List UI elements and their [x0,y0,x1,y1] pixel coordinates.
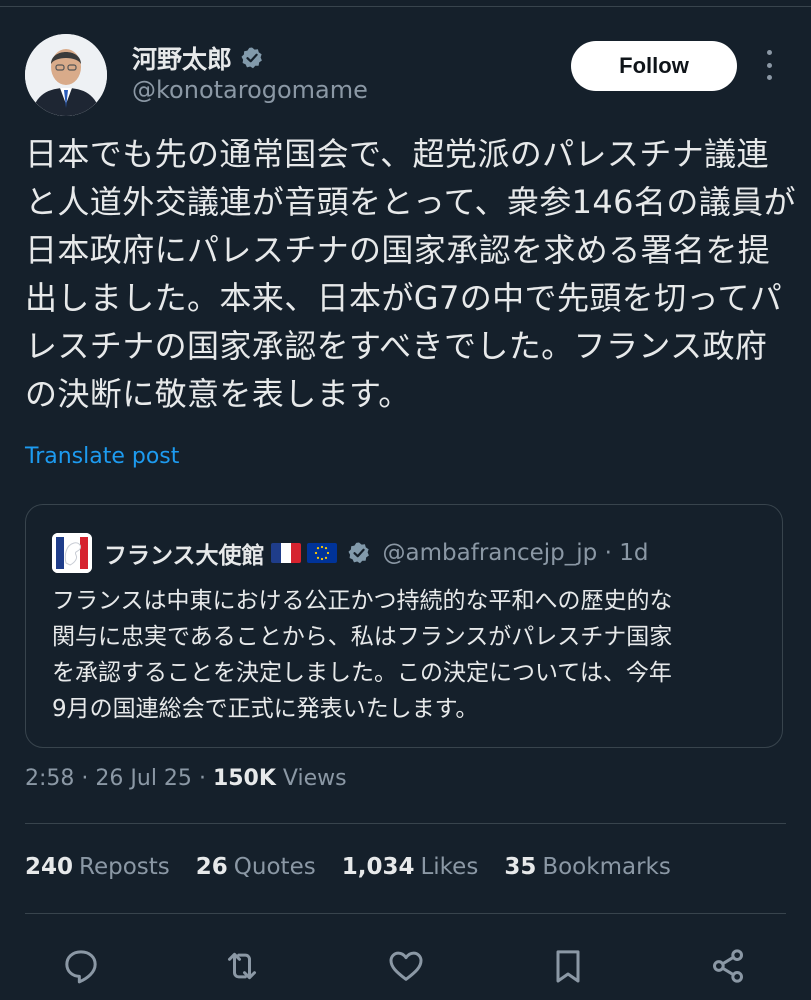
quotes-label[interactable]: Quotes [234,854,316,880]
quoted-text-line: 9月の国連総会で正式に発表いたします。 [52,696,479,722]
translate-post-link[interactable]: Translate post [25,444,179,469]
quoted-text-line: を承認することを決定しました。この決定については、今年 [52,660,672,686]
views-count: 150K [212,766,276,791]
author-handle[interactable]: @konotarogomame [132,76,368,104]
quoted-post-card[interactable]: フランス大使館 @ambafrancejp_jp · 1d フランスは中東におけ… [25,504,783,748]
quoted-author-avatar[interactable] [52,533,92,573]
quoted-author-handle[interactable]: @ambafrancejp_jp · 1d [383,540,649,566]
quoted-post-text: フランスは中東における公正かつ持続的な平和への歴史的な 関与に忠実であることから… [52,583,772,727]
likes-stat[interactable]: 1,034 Likes [342,854,479,880]
verified-badge-icon [240,46,264,70]
france-flag-icon [270,543,301,563]
post-date[interactable]: 26 Jul 25 [95,766,192,791]
verified-badge-icon [347,541,371,565]
action-bar [0,940,811,992]
tweet-text: 日本でも先の通常国会で、超党派のパレスチナ議連 と人道外交議連が音頭をとって、衆… [25,130,796,418]
likes-count[interactable]: 1,034 [342,854,415,880]
tweet-text-line: の決断に敬意を表します。 [25,375,411,413]
reposts-count[interactable]: 240 [25,854,73,880]
repost-icon[interactable] [220,944,264,988]
reposts-stat[interactable]: 240 Reposts [25,854,170,880]
follow-button[interactable]: Follow [571,41,737,91]
engagement-stats: 240 Reposts 26 Quotes 1,034 Likes 35 Bookmar… [25,854,671,880]
bookmarks-count[interactable]: 35 [504,854,536,880]
quoted-post-time[interactable]: 1d [619,540,648,566]
author-name[interactable]: 河野太郎 [132,40,264,76]
quoted-post-header: フランス大使館 @ambafrancejp_jp · 1d [52,533,648,573]
heart-icon[interactable] [384,944,428,988]
divider [25,913,786,914]
quoted-handle-text[interactable]: @ambafrancejp_jp [383,540,598,566]
meta-separator: · [81,766,89,791]
bookmark-icon[interactable] [546,944,590,988]
reply-icon[interactable] [59,944,103,988]
quoted-text-line: フランスは中東における公正かつ持続的な平和への歴史的な [52,588,673,614]
quoted-text-line: 関与に忠実であることから、私はフランスがパレスチナ国家 [52,624,673,650]
divider [25,823,786,824]
bookmarks-label[interactable]: Bookmarks [542,854,671,880]
eu-flag-icon [306,543,337,563]
quotes-stat[interactable]: 26 Quotes [196,854,316,880]
likes-label[interactable]: Likes [420,854,478,880]
post-time[interactable]: 2:58 [25,766,74,791]
quotes-count[interactable]: 26 [196,854,228,880]
share-icon[interactable] [706,944,750,988]
tweet-text-line: レスチナの国家承認をすべきでした。フランス政府 [25,327,768,365]
author-avatar[interactable] [25,34,107,116]
post-meta: 2:58 · 26 Jul 25 · 150K Views [25,766,347,791]
quoted-author-name[interactable]: フランス大使館 [104,536,265,570]
more-options-icon[interactable] [758,50,780,80]
author-name-text[interactable]: 河野太郎 [132,40,232,76]
views-label: Views [282,766,347,791]
meta-separator: · [198,766,206,791]
tweet-text-line: 日本政府にパレスチナの国家承認を求める署名を提 [25,231,771,269]
tweet-text-line: 出しました。本来、日本がG7の中で先頭を切ってパ [25,279,783,317]
quoted-time-separator: · [604,540,612,566]
tweet-text-line: と人道外交議連が音頭をとって、衆参146名の議員が [25,183,796,221]
bookmarks-stat[interactable]: 35 Bookmarks [504,854,671,880]
reposts-label[interactable]: Reposts [79,854,170,880]
top-divider [0,6,811,7]
tweet-text-line: 日本でも先の通常国会で、超党派のパレスチナ議連 [25,135,769,173]
